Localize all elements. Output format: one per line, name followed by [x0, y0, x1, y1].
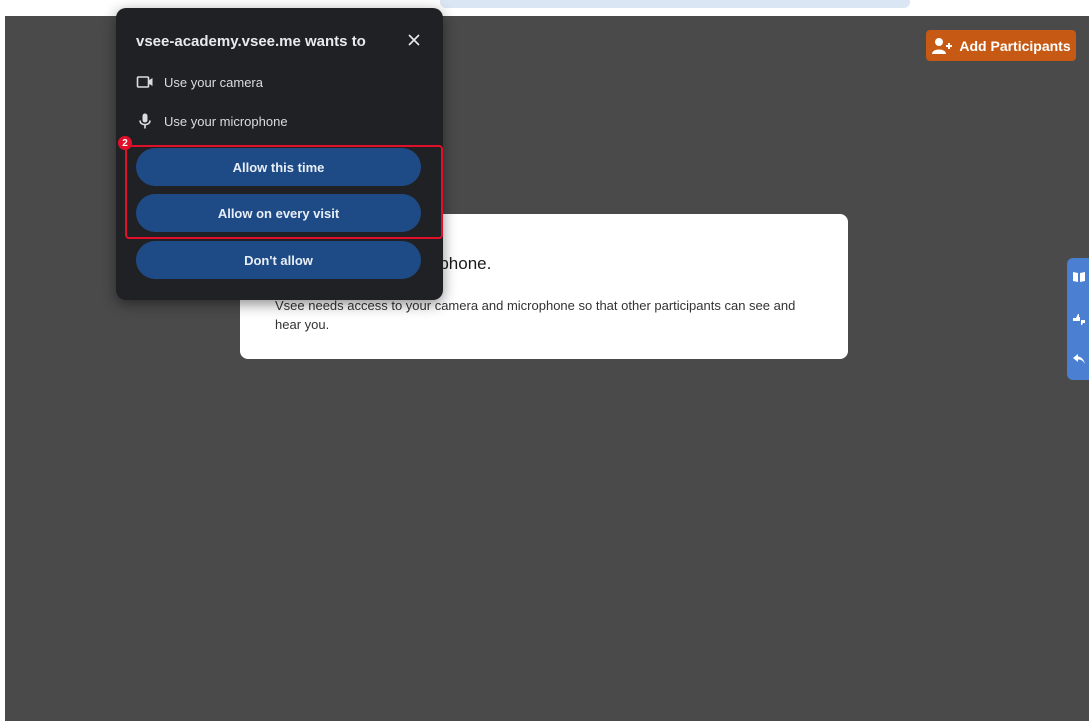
dont-allow-button[interactable]: Don't allow [136, 241, 421, 279]
dialog-title: vsee-academy.vsee.me wants to [136, 33, 366, 50]
close-icon [408, 34, 420, 46]
microphone-icon [139, 113, 151, 129]
close-button[interactable] [404, 30, 424, 50]
side-toolbar [1067, 258, 1089, 380]
thumbs-icon[interactable] [1072, 312, 1086, 326]
camera-icon [136, 76, 153, 88]
reply-icon[interactable] [1072, 352, 1086, 366]
browser-tab-edge [440, 0, 910, 8]
permission-microphone-label: Use your microphone [164, 113, 288, 129]
add-participants-button[interactable]: Add Participants [926, 30, 1076, 61]
book-icon[interactable] [1072, 270, 1086, 284]
add-participants-label: Add Participants [959, 37, 1071, 54]
annotation-step-badge: 2 [118, 136, 132, 150]
annotation-highlight-box [125, 145, 443, 239]
permission-microphone: Use your microphone [136, 111, 288, 131]
add-user-icon [932, 37, 953, 54]
permission-camera: Use your camera [136, 72, 263, 92]
permission-camera-label: Use your camera [164, 74, 263, 90]
card-body: Vsee needs access to your camera and mic… [275, 298, 796, 332]
